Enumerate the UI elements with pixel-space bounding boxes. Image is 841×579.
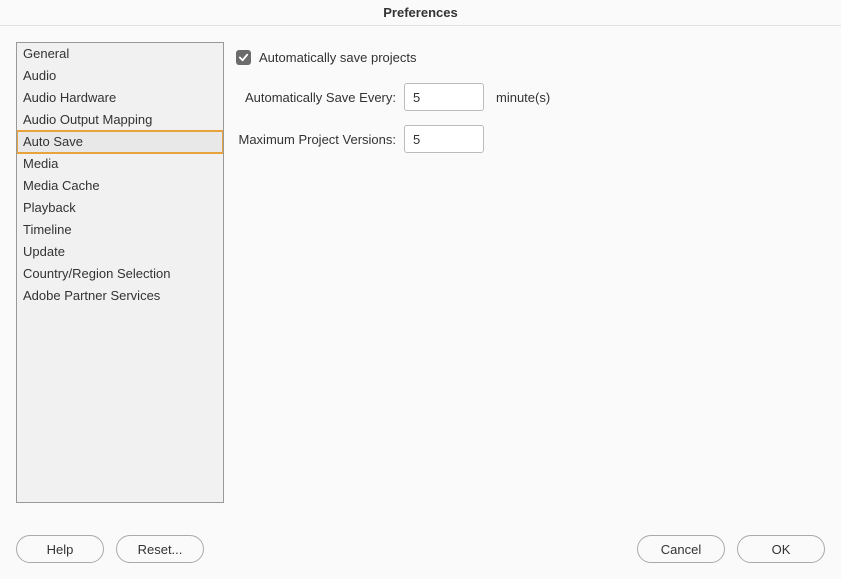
sidebar-item-adobe-partner-services[interactable]: Adobe Partner Services [17,285,223,307]
sidebar-item-audio-output-mapping[interactable]: Audio Output Mapping [17,109,223,131]
sidebar-item-auto-save[interactable]: Auto Save [17,131,223,153]
check-icon [238,52,249,63]
autosave-checkbox-label: Automatically save projects [259,50,417,65]
sidebar-item-label: Playback [23,200,76,215]
preferences-sidebar: General Audio Audio Hardware Audio Output M… [16,42,224,503]
sidebar-item-label: Timeline [23,222,72,237]
cancel-button[interactable]: Cancel [637,535,725,563]
sidebar-item-label: Media Cache [23,178,100,193]
interval-label: Automatically Save Every: [236,90,396,105]
sidebar-item-audio[interactable]: Audio [17,65,223,87]
sidebar-item-general[interactable]: General [17,43,223,65]
sidebar-item-media-cache[interactable]: Media Cache [17,175,223,197]
sidebar-item-label: Media [23,156,58,171]
interval-input[interactable] [404,83,484,111]
sidebar-item-label: Adobe Partner Services [23,288,160,303]
content-area: General Audio Audio Hardware Audio Output M… [0,26,841,519]
autosave-pane: Automatically save projects Automaticall… [236,42,825,503]
sidebar-item-media[interactable]: Media [17,153,223,175]
reset-button[interactable]: Reset... [116,535,204,563]
versions-label: Maximum Project Versions: [236,132,396,147]
ok-button[interactable]: OK [737,535,825,563]
sidebar-item-label: General [23,46,69,61]
interval-row: Automatically Save Every: minute(s) [236,83,825,111]
sidebar-item-playback[interactable]: Playback [17,197,223,219]
window-title: Preferences [383,5,457,20]
sidebar-item-timeline[interactable]: Timeline [17,219,223,241]
footer-right: Cancel OK [637,535,825,563]
versions-input[interactable] [404,125,484,153]
sidebar-item-label: Audio [23,68,56,83]
help-button[interactable]: Help [16,535,104,563]
sidebar-item-label: Auto Save [23,134,83,149]
sidebar-item-label: Country/Region Selection [23,266,170,281]
autosave-checkbox-row: Automatically save projects [236,50,825,65]
sidebar-item-country-region-selection[interactable]: Country/Region Selection [17,263,223,285]
sidebar-item-update[interactable]: Update [17,241,223,263]
footer-left: Help Reset... [16,535,204,563]
titlebar: Preferences [0,0,841,26]
sidebar-item-label: Update [23,244,65,259]
autosave-checkbox[interactable] [236,50,251,65]
sidebar-item-audio-hardware[interactable]: Audio Hardware [17,87,223,109]
interval-unit: minute(s) [496,90,550,105]
footer: Help Reset... Cancel OK [0,519,841,579]
sidebar-item-label: Audio Output Mapping [23,112,152,127]
sidebar-item-label: Audio Hardware [23,90,116,105]
versions-row: Maximum Project Versions: [236,125,825,153]
